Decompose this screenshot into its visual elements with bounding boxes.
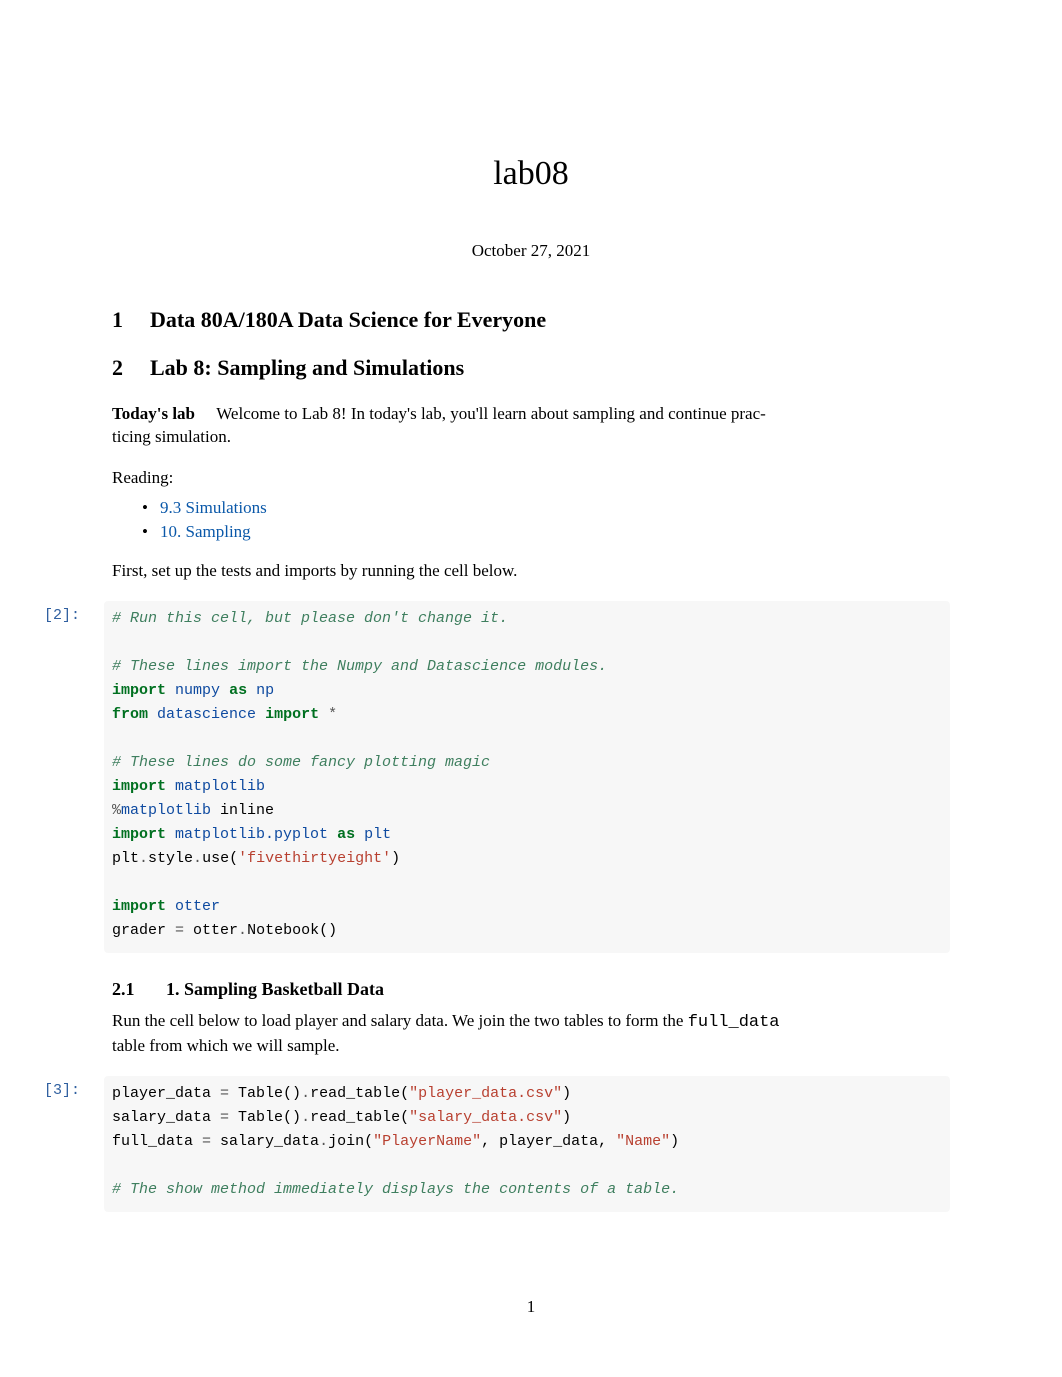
code-dot: . [319, 1133, 328, 1150]
code-call: use( [202, 850, 238, 867]
section-1-heading: 1Data 80A/180A Data Science for Everyone [112, 307, 950, 333]
intro-text-line-2: ticing simulation. [112, 427, 231, 446]
section-title: Data 80A/180A Data Science for Everyone [150, 307, 546, 332]
paragraph-text: Run the cell below to load player and sa… [112, 1011, 688, 1030]
code-dot: . [301, 1109, 310, 1126]
code-dot: . [139, 850, 148, 867]
code-var: salary_data [112, 1109, 220, 1126]
sampling-link[interactable]: 10. Sampling [160, 522, 251, 541]
code-keyword: import [112, 682, 166, 699]
code-eq: = [175, 922, 184, 939]
subsection-heading: 2.11. Sampling Basketball Data [112, 979, 950, 1000]
code-close: ) [562, 1109, 571, 1126]
cell-prompt: [3]: [44, 1076, 104, 1099]
code-string: "player_data.csv" [409, 1085, 562, 1102]
code-module: np [256, 682, 274, 699]
code-keyword: as [337, 826, 355, 843]
code-magic-percent: % [112, 802, 121, 819]
code-magic-name: matplotlib [121, 802, 211, 819]
reading-list: 9.3 Simulations 10. Sampling [142, 498, 950, 542]
code-expr: otter [184, 922, 238, 939]
code-magic-arg: inline [211, 802, 274, 819]
code-keyword: import [112, 778, 166, 795]
code-string: "Name" [616, 1133, 670, 1150]
code-module: numpy [175, 682, 220, 699]
code-keyword: import [112, 826, 166, 843]
code-args: , player_data, [481, 1133, 616, 1150]
document-date: October 27, 2021 [112, 241, 950, 261]
page-number: 1 [0, 1297, 1062, 1317]
code-attr: style [148, 850, 193, 867]
code-close: ) [670, 1133, 679, 1150]
code-call: join( [328, 1133, 373, 1150]
code-operator: * [328, 706, 337, 723]
section-2-heading: 2Lab 8: Sampling and Simulations [112, 355, 950, 381]
setup-text: First, set up the tests and imports by r… [112, 560, 950, 583]
code-close: ) [562, 1085, 571, 1102]
code-module: matplotlib.pyplot [175, 826, 328, 843]
code-call: Table() [229, 1085, 301, 1102]
inline-code: full_data [688, 1013, 780, 1032]
code-call: Table() [229, 1109, 301, 1126]
code-comment: # Run this cell, but please don't change… [112, 610, 508, 627]
code-eq: = [220, 1085, 229, 1102]
simulations-link[interactable]: 9.3 Simulations [160, 498, 267, 517]
code-keyword: from [112, 706, 148, 723]
subsection-title: 1. Sampling Basketball Data [166, 979, 384, 999]
code-call: read_table( [310, 1109, 409, 1126]
code-module: matplotlib [175, 778, 265, 795]
section-number: 2 [112, 355, 150, 381]
code-cell-1: [2]: # Run this cell, but please don't c… [44, 601, 950, 953]
reading-item-2: 10. Sampling [142, 522, 950, 542]
code-var: player_data [112, 1085, 220, 1102]
code-comment: # These lines do some fancy plotting mag… [112, 754, 490, 771]
code-close: ) [391, 850, 400, 867]
code-dot: . [301, 1085, 310, 1102]
subsection-paragraph: Run the cell below to load player and sa… [112, 1010, 950, 1058]
intro-text-line-1: Welcome to Lab 8! In today's lab, you'll… [216, 404, 766, 423]
subsection-number: 2.1 [112, 979, 166, 1000]
code-string: "PlayerName" [373, 1133, 481, 1150]
code-expr: salary_data [211, 1133, 319, 1150]
code-dot: . [238, 922, 247, 939]
code-module: otter [175, 898, 220, 915]
code-eq: = [220, 1109, 229, 1126]
code-module: plt [364, 826, 391, 843]
section-number: 1 [112, 307, 150, 333]
intro-paragraph: Today's lab Welcome to Lab 8! In today's… [112, 403, 950, 449]
cell-prompt: [2]: [44, 601, 104, 624]
code-cell-2: [3]: player_data = Table().read_table("p… [44, 1076, 950, 1212]
code-eq: = [202, 1133, 211, 1150]
code-content: player_data = Table().read_table("player… [104, 1076, 950, 1212]
paragraph-text-2: table from which we will sample. [112, 1036, 340, 1055]
code-var: grader [112, 922, 175, 939]
code-dot: . [193, 850, 202, 867]
code-var: full_data [112, 1133, 202, 1150]
reading-label: Reading: [112, 467, 950, 490]
section-title: Lab 8: Sampling and Simulations [150, 355, 464, 380]
code-comment: # These lines import the Numpy and Datas… [112, 658, 607, 675]
code-keyword: as [229, 682, 247, 699]
code-keyword: import [265, 706, 319, 723]
code-string: "salary_data.csv" [409, 1109, 562, 1126]
code-call: read_table( [310, 1085, 409, 1102]
code-module: datascience [157, 706, 256, 723]
reading-item-1: 9.3 Simulations [142, 498, 950, 518]
code-comment: # The show method immediately displays t… [112, 1181, 679, 1198]
intro-bold-label: Today's lab [112, 404, 195, 423]
code-call: Notebook() [247, 922, 337, 939]
code-string: 'fivethirtyeight' [238, 850, 391, 867]
code-keyword: import [112, 898, 166, 915]
code-content: # Run this cell, but please don't change… [104, 601, 950, 953]
document-title: lab08 [112, 155, 950, 193]
code-var: plt [112, 850, 139, 867]
